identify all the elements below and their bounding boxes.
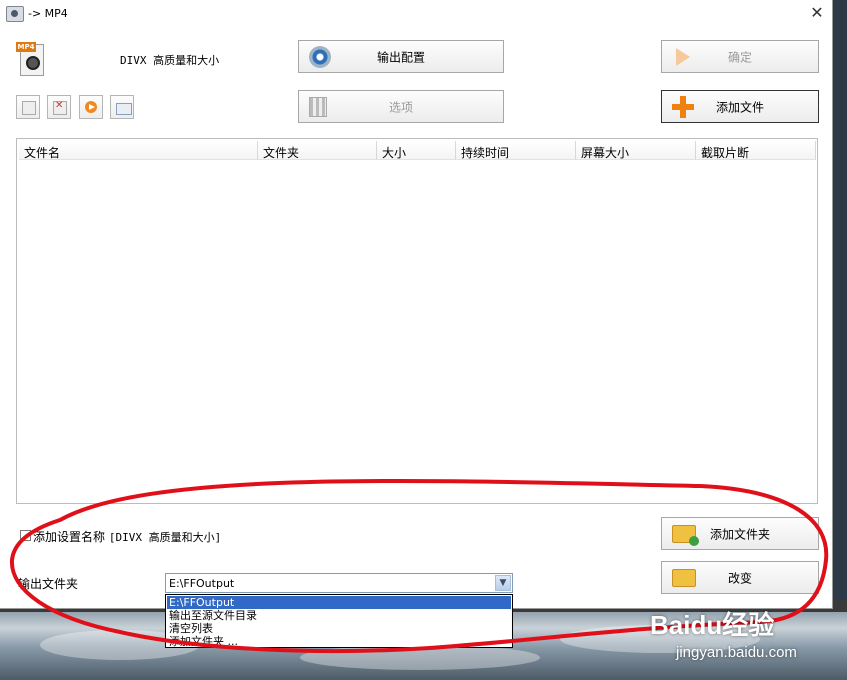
ok-label: 确定 (727, 50, 752, 64)
profile-name: DIVX 高质量和大小 (120, 54, 220, 67)
file-list[interactable]: 文件名 文件夹 大小 持续时间 屏幕大小 截取片断 (16, 138, 818, 504)
mp4-icon-tag: MP4 (16, 42, 36, 52)
column-header-folder[interactable]: 文件夹 (258, 141, 377, 160)
output-folder-select[interactable]: E:\FFOutput ▼ (165, 573, 513, 593)
column-header-screen-size[interactable]: 屏幕大小 (576, 141, 696, 160)
play-button[interactable] (79, 95, 103, 119)
options-label: 选项 (388, 100, 413, 114)
app-icon (6, 6, 24, 22)
output-folder-label: 输出文件夹 (18, 577, 79, 591)
output-folder-value: E:\FFOutput (169, 577, 235, 590)
add-setting-name-checkbox[interactable] (20, 530, 31, 541)
delete-doc-icon (53, 100, 67, 115)
output-config-button[interactable]: 输出配置 (298, 40, 504, 73)
watermark-logo: Baidu经验 (650, 610, 775, 640)
add-setting-name-text: 添加设置名称 (33, 530, 106, 544)
output-folder-dropdown: E:\FFOutput 输出至源文件目录 清空列表 添加文件夹 ... (165, 594, 513, 648)
add-setting-name-label: 添加设置名称 [DIVX 高质量和大小] (33, 528, 221, 545)
dropdown-option-source-dir[interactable]: 输出至源文件目录 (167, 609, 511, 622)
dropdown-option-ffoutput[interactable]: E:\FFOutput (167, 596, 511, 609)
delete-doc-button[interactable] (47, 95, 71, 119)
converter-dialog: -> MP4 ✕ MP4 DIVX 高质量和大小 输出配置 确定 选项 添加文件… (0, 0, 833, 609)
add-folder-button[interactable]: 添加文件夹 (661, 517, 819, 550)
column-header-size[interactable]: 大小 (377, 141, 456, 160)
dropdown-option-add-folder[interactable]: 添加文件夹 ... (167, 635, 511, 648)
options-button[interactable]: 选项 (298, 90, 504, 123)
column-header-filename[interactable]: 文件名 (19, 141, 258, 160)
close-icon[interactable]: ✕ (806, 3, 828, 23)
info-icon (116, 103, 132, 115)
add-setting-name-value: [DIVX 高质量和大小] (108, 531, 222, 544)
mp4-file-icon: MP4 (16, 42, 44, 76)
output-config-label: 输出配置 (376, 50, 425, 64)
add-file-label: 添加文件 (715, 100, 764, 114)
column-header-duration[interactable]: 持续时间 (456, 141, 576, 160)
change-label: 改变 (727, 571, 752, 585)
new-doc-button[interactable] (16, 95, 40, 119)
chevron-down-icon[interactable]: ▼ (495, 575, 511, 591)
new-doc-icon (22, 101, 36, 115)
add-file-button[interactable]: 添加文件 (661, 90, 819, 123)
add-folder-label: 添加文件夹 (709, 527, 770, 541)
watermark-url: jingyan.baidu.com (676, 644, 797, 661)
play-icon (85, 101, 97, 113)
info-button[interactable] (110, 95, 134, 119)
dropdown-option-clear-list[interactable]: 清空列表 (167, 622, 511, 635)
column-header-clip[interactable]: 截取片断 (696, 141, 816, 160)
ok-button[interactable]: 确定 (661, 40, 819, 73)
title-bar: -> MP4 ✕ (0, 0, 832, 28)
change-button[interactable]: 改变 (661, 561, 819, 594)
window-title: -> MP4 (28, 7, 68, 20)
